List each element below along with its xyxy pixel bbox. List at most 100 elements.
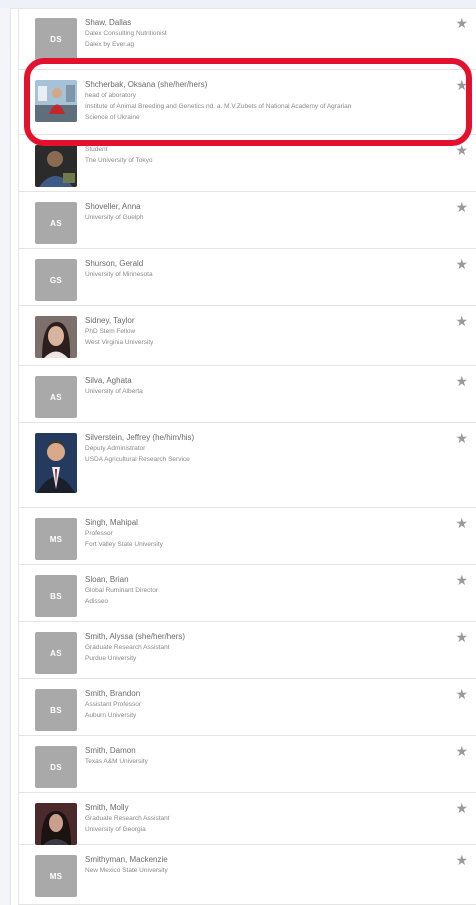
initials-avatar[interactable]: GS <box>35 259 77 301</box>
star-icon[interactable]: ★ <box>455 801 468 815</box>
person-organization: The University of Tokyo <box>85 157 153 164</box>
person-title: PhD Stem Fellow <box>85 328 136 335</box>
person-organization: Dalex by Ever.ag <box>85 41 135 48</box>
person-name[interactable]: Smithyman, Mackenzie <box>85 854 436 865</box>
person-info: Smith, Damon Texas A&M University <box>85 745 436 767</box>
person-info: Shcherbak, Oksana (she/her/hers) head of … <box>85 79 436 123</box>
list-item[interactable]: DS Shaw, Dallas Dalex Consulting Nutrition… <box>19 8 476 70</box>
list-item[interactable]: AS Shoveller, Anna University of Guelph ★ <box>19 192 476 249</box>
left-rail <box>0 8 11 905</box>
list-item[interactable]: MS Smithyman, Mackenzie New Mexico State U… <box>19 845 476 905</box>
star-icon[interactable]: ★ <box>455 431 468 445</box>
person-name[interactable]: Smith, Molly <box>85 802 436 813</box>
list-item[interactable]: Smith, Molly Graduate Research Assistant U… <box>19 793 476 845</box>
person-name[interactable]: Silva, Aghata <box>85 375 436 386</box>
list-item[interactable]: AS Silva, Aghata University of Alberta ★ <box>19 366 476 423</box>
star-icon[interactable]: ★ <box>455 314 468 328</box>
star-icon[interactable]: ★ <box>455 573 468 587</box>
person-organization: University of Minnesota <box>85 271 153 278</box>
person-title: Graduate Research Assistant <box>85 644 170 651</box>
star-icon[interactable]: ★ <box>455 374 468 388</box>
person-info: Shaw, Dallas Dalex Consulting Nutritionis… <box>85 17 436 50</box>
person-name[interactable]: Smith, Alyssa (she/her/hers) <box>85 631 436 642</box>
person-info: Sidney, Taylor PhD Stem Fellow West Virgin… <box>85 315 436 348</box>
person-info: Student The University of Tokyo <box>85 144 436 166</box>
list-item[interactable]: AS Smith, Alyssa (she/her/hers) Graduate R… <box>19 622 476 679</box>
person-info: Smith, Molly Graduate Research Assistant U… <box>85 802 436 835</box>
person-title: Global Ruminant Director <box>85 587 158 594</box>
person-title: Student <box>85 146 108 153</box>
person-title: Dalex Consulting Nutritionist <box>85 30 167 37</box>
person-name[interactable]: Smith, Brandon <box>85 688 436 699</box>
list-item[interactable]: Sidney, Taylor PhD Stem Fellow West Virgin… <box>19 306 476 366</box>
list-item[interactable]: BS Smith, Brandon Assistant Professor Aubur… <box>19 679 476 736</box>
person-organization: Texas A&M University <box>85 758 148 765</box>
star-icon[interactable]: ★ <box>455 16 468 30</box>
profile-photo[interactable] <box>35 145 77 187</box>
person-organization: Auburn University <box>85 712 137 719</box>
person-organization: Science of Ukraine <box>85 114 140 121</box>
initials-avatar[interactable]: AS <box>35 632 77 674</box>
person-info: Smithyman, Mackenzie New Mexico State Uni… <box>85 854 436 876</box>
person-title: head of aboratory <box>85 92 136 99</box>
person-organization: University of Guelph <box>85 214 144 221</box>
person-info: Sloan, Brian Global Ruminant Director Adis… <box>85 574 436 607</box>
person-name[interactable]: Sloan, Brian <box>85 574 436 585</box>
initials-avatar[interactable]: DS <box>35 18 77 60</box>
person-name[interactable]: Silverstein, Jeffrey (he/him/his) <box>85 432 436 443</box>
list-item[interactable]: BS Sloan, Brian Global Ruminant Director Ad… <box>19 565 476 622</box>
initials-avatar[interactable]: AS <box>35 202 77 244</box>
star-icon[interactable]: ★ <box>455 78 468 92</box>
person-name[interactable]: Shaw, Dallas <box>85 17 436 28</box>
initials-avatar[interactable]: AS <box>35 376 77 418</box>
star-icon[interactable]: ★ <box>455 516 468 530</box>
person-info: Silva, Aghata University of Alberta <box>85 375 436 397</box>
person-name[interactable]: Sidney, Taylor <box>85 315 436 326</box>
person-name[interactable]: Smith, Damon <box>85 745 436 756</box>
profile-photo[interactable] <box>35 316 77 358</box>
person-title: Deputy Administrator <box>85 445 146 452</box>
person-info: Shoveller, Anna University of Guelph <box>85 201 436 223</box>
person-organization: Fort Valley State University <box>85 541 163 548</box>
star-icon[interactable]: ★ <box>455 687 468 701</box>
person-organization: Purdue University <box>85 655 137 662</box>
list-item[interactable]: GS Shurson, Gerald University of Minnesota… <box>19 249 476 306</box>
person-name[interactable]: Shcherbak, Oksana (she/her/hers) <box>85 79 436 90</box>
profile-photo[interactable] <box>35 433 77 493</box>
initials-avatar[interactable]: BS <box>35 575 77 617</box>
list-item[interactable]: Student The University of Tokyo ★ <box>19 135 476 192</box>
person-organization: Institute of Animal Breeding and Genetic… <box>85 103 352 110</box>
star-icon[interactable]: ★ <box>455 853 468 867</box>
person-info: Singh, Mahipal Professor Fort Valley State… <box>85 517 436 550</box>
person-organization: New Mexico State University <box>85 867 168 874</box>
initials-avatar[interactable]: MS <box>35 855 77 897</box>
person-info: Smith, Brandon Assistant Professor Auburn … <box>85 688 436 721</box>
person-name[interactable]: Singh, Mahipal <box>85 517 436 528</box>
profile-photo[interactable] <box>35 80 77 122</box>
person-name[interactable]: Shoveller, Anna <box>85 201 436 212</box>
list-item[interactable]: Silverstein, Jeffrey (he/him/his) Deputy … <box>19 423 476 508</box>
star-icon[interactable]: ★ <box>455 630 468 644</box>
person-title: Graduate Research Assistant <box>85 815 170 822</box>
person-organization: USDA Agricultural Research Service <box>85 456 190 463</box>
star-icon[interactable]: ★ <box>455 143 468 157</box>
list-item[interactable]: MS Singh, Mahipal Professor Fort Valley Sta… <box>19 508 476 565</box>
profile-photo[interactable] <box>35 803 77 845</box>
star-icon[interactable]: ★ <box>455 744 468 758</box>
person-organization: University of Alberta <box>85 388 143 395</box>
star-icon[interactable]: ★ <box>455 257 468 271</box>
initials-avatar[interactable]: BS <box>35 689 77 731</box>
person-name[interactable]: Shurson, Gerald <box>85 258 436 269</box>
person-info: Silverstein, Jeffrey (he/him/his) Deputy … <box>85 432 436 465</box>
list-item[interactable]: Shcherbak, Oksana (she/her/hers) head of … <box>19 70 476 135</box>
person-organization: Adisseo <box>85 598 109 605</box>
star-icon[interactable]: ★ <box>455 200 468 214</box>
list-item[interactable]: DS Smith, Damon Texas A&M University ★ <box>19 736 476 793</box>
person-organization: University of Georgia <box>85 826 146 833</box>
person-organization: West Virginia University <box>85 339 154 346</box>
person-info: Smith, Alyssa (she/her/hers) Graduate Res… <box>85 631 436 664</box>
initials-avatar[interactable]: MS <box>35 518 77 560</box>
person-title: Assistant Professor <box>85 701 141 708</box>
initials-avatar[interactable]: DS <box>35 746 77 788</box>
person-info: Shurson, Gerald University of Minnesota <box>85 258 436 280</box>
